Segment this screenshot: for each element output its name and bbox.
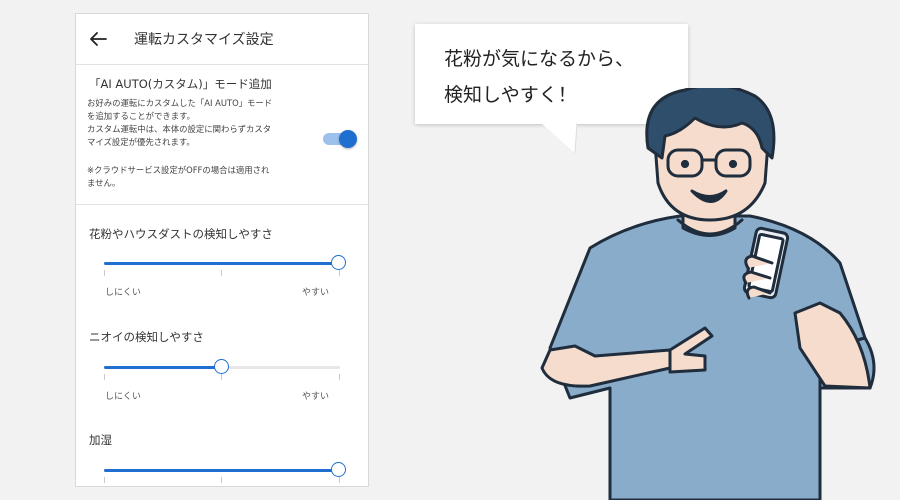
back-button[interactable] bbox=[86, 27, 110, 51]
custom-mode-title: 「AI AUTO(カスタム)」モード追加 bbox=[89, 77, 272, 91]
note-line: ※クラウドサービス設定がOFFの場合は適用され bbox=[87, 165, 270, 175]
slider-tick bbox=[339, 477, 340, 483]
app-bar: 運転カスタマイズ設定 bbox=[76, 14, 368, 65]
page-title: 運転カスタマイズ設定 bbox=[134, 32, 274, 48]
settings-panel: 運転カスタマイズ設定 「AI AUTO(カスタム)」モード追加 お好みの運転にカ… bbox=[75, 13, 369, 487]
cloud-note: ※クラウドサービス設定がOFFの場合は適用され ません。 bbox=[87, 164, 302, 190]
description-line: カスタム運転中は、本体の設定に関わらずカスタ bbox=[87, 124, 272, 134]
description-line: お好みの運転にカスタムした「AI AUTO」モード bbox=[87, 98, 273, 108]
pollen-sensitivity-label: 花粉やハウスダストの検知しやすさ bbox=[89, 227, 273, 241]
description-line: を追加することができます。 bbox=[87, 111, 196, 121]
slider-tick bbox=[221, 374, 222, 380]
slider-tick bbox=[104, 477, 105, 483]
custom-mode-toggle[interactable] bbox=[323, 130, 357, 148]
person-illustration bbox=[540, 88, 876, 500]
humidify-label: 加湿 bbox=[89, 433, 112, 447]
note-line: ません。 bbox=[87, 178, 121, 188]
slider-max-label: やすい bbox=[302, 288, 330, 298]
slider-tick bbox=[339, 374, 340, 380]
bubble-line: 花粉が気になるから、 bbox=[444, 48, 635, 70]
toggle-knob bbox=[339, 130, 357, 148]
slider-min-label: しにくい bbox=[105, 288, 141, 298]
slider-fill bbox=[104, 262, 339, 265]
slider-tick bbox=[104, 374, 105, 380]
arrow-left-icon bbox=[90, 32, 107, 46]
description-line: マイズ設定が優先されます。 bbox=[87, 137, 195, 147]
humidify-slider[interactable] bbox=[104, 460, 346, 486]
slider-fill bbox=[104, 366, 222, 369]
slider-fill bbox=[104, 469, 339, 472]
slider-min-label: しにくい bbox=[105, 392, 141, 402]
slider-tick bbox=[104, 270, 105, 276]
slider-thumb[interactable] bbox=[331, 255, 346, 270]
slider-max-label: やすい bbox=[302, 392, 330, 402]
custom-mode-description: お好みの運転にカスタムした「AI AUTO」モード を追加することができます。 … bbox=[87, 97, 302, 149]
odor-sensitivity-label: ニオイの検知しやすさ bbox=[89, 330, 204, 344]
divider bbox=[76, 204, 368, 205]
slider-tick bbox=[221, 477, 222, 483]
slider-thumb[interactable] bbox=[214, 359, 229, 374]
slider-thumb[interactable] bbox=[331, 462, 346, 477]
slider-tick bbox=[339, 270, 340, 276]
slider-tick bbox=[221, 270, 222, 276]
